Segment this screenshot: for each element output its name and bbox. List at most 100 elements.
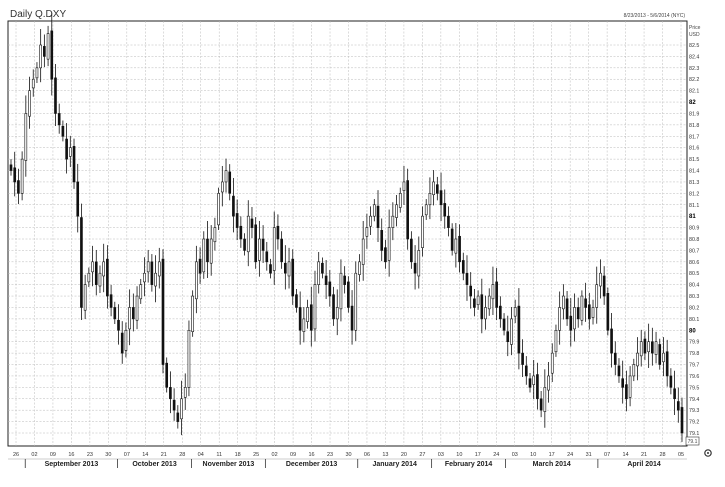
candle-body [80,217,83,308]
x-day-label: 26 [13,452,19,458]
x-day-label: 02 [272,452,278,458]
x-day-label: 06 [364,452,370,458]
candle-body [339,272,343,310]
candle-body [139,284,143,300]
candle-body [517,305,521,354]
candle-body [398,193,402,208]
candle-body [588,304,591,320]
x-day-label: 03 [512,452,518,458]
x-day-label: 31 [586,452,592,458]
candle-body [613,352,617,365]
candle-body [191,295,194,332]
candle-body [350,305,354,331]
candle-body [228,171,232,194]
x-day-label: 23 [327,452,333,458]
x-day-label: 16 [68,452,74,458]
candle-body [458,235,461,263]
candle-body [295,294,298,308]
candle-body [550,352,554,374]
candle-body [513,307,517,317]
plot-area [7,20,688,447]
candle-body [428,193,432,206]
candle-body [499,305,502,320]
y-tick-label: 81.3 [689,180,699,186]
candle-body [17,180,20,194]
candle-body [654,341,658,355]
y-tick-label: 79.6 [689,374,699,380]
candle-body [98,272,102,287]
chart-title: Daily Q.DXY [10,9,66,20]
candle-body [424,204,428,216]
candle-body [447,215,450,228]
candle-body [143,272,146,283]
y-tick-label: 80 [689,328,696,334]
y-tick-label: 81.9 [689,111,699,117]
x-day-label: 09 [290,452,296,458]
candle-body [510,318,513,345]
candle-body [580,295,584,321]
candle-body [213,227,217,243]
candle-body [309,304,313,331]
y-tick-label: 81.6 [689,146,699,152]
y-tick-label: 79.1 [689,431,699,437]
candle-body [306,307,309,322]
y-tick-label: 82.3 [689,66,699,72]
candle-body [57,113,61,126]
candle [606,287,610,336]
candle-body [287,261,291,277]
candle [187,320,191,397]
x-day-label: 18 [235,452,241,458]
x-day-label: 10 [530,452,536,458]
candle-body [413,262,417,274]
x-day-label: 14 [142,452,148,458]
candle-body [543,387,547,412]
candle-body [487,295,491,310]
candle-body [347,281,350,308]
candle-body [639,341,643,357]
candle [406,168,409,250]
x-day-label: 28 [179,452,185,458]
candle-body [328,281,332,297]
x-day-label: 09 [50,452,56,458]
candle-body [454,238,458,254]
y-tick-label: 81.4 [689,169,699,175]
x-day-label: 07 [604,452,610,458]
candlestick-chart: 82.5 82.4 82.3 82.2 82.1 82 81.9 81.8 81.7 81.6 81… [0,0,725,487]
candle-body [450,228,454,251]
candle-body [669,375,673,388]
candle-body [628,375,632,398]
candle-body [395,204,398,218]
candle-body [358,261,361,275]
x-day-label: 17 [549,452,555,458]
y-axis-label: Price [689,25,701,31]
y-tick-label: 81.7 [689,134,699,140]
candle-body [135,295,139,321]
y-tick-label: 79.2 [689,420,699,426]
candle [254,217,257,269]
x-month-label: April 2014 [627,461,661,468]
candle-body [120,332,124,354]
candle-body [680,407,684,434]
candle-body [239,225,243,240]
candle-body [387,227,391,261]
candle-body [476,295,480,306]
x-day-label: 16 [308,452,314,458]
candle-body [54,77,57,114]
candle-body [469,285,473,297]
candle-body [106,258,109,297]
x-month-label: December 2013 [286,461,337,468]
x-day-label: 30 [105,452,111,458]
y-tick-label: 79.9 [689,340,699,346]
candle-body [591,307,595,318]
candle-body [495,281,498,308]
candle-body [272,227,276,271]
candle-body [94,261,98,285]
x-day-label: 03 [438,452,444,458]
candle [72,138,76,189]
candle-body [176,412,180,422]
candle-body [343,275,346,285]
x-day-label: 25 [253,452,259,458]
candle-body [235,213,239,228]
candle-body [562,295,565,310]
candle-body [524,365,528,377]
